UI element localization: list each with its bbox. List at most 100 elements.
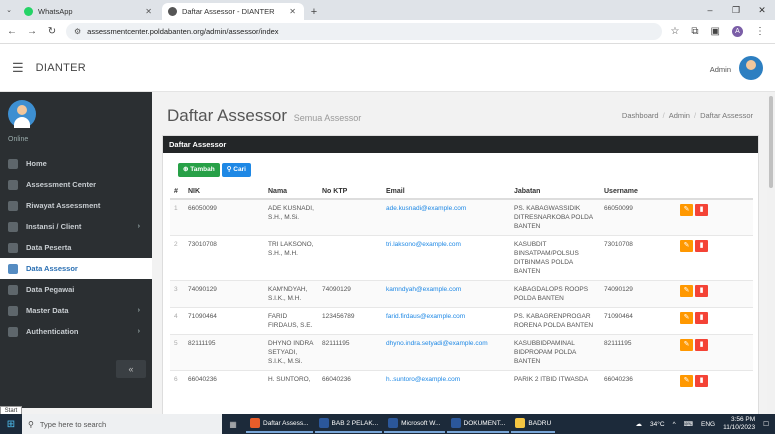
page-subtitle: Semua Assessor — [293, 113, 362, 123]
tab-whatsapp[interactable]: WhatsApp ✕ — [18, 3, 160, 20]
sidebar-item-master-data[interactable]: Master Data › — [0, 300, 152, 321]
tray-chevron-icon[interactable]: ^ — [673, 421, 676, 428]
cell-text: KABAGDALOPS ROOPS POLDA BANTEN — [514, 286, 589, 302]
sidebar-item-authentication[interactable]: Authentication › — [0, 321, 152, 342]
scrollbar-thumb[interactable] — [769, 96, 773, 188]
trash-icon: ▮ — [699, 377, 704, 384]
edit-button[interactable]: ✎ — [680, 204, 693, 216]
email-link[interactable]: dhyno.indra.setyadi@example.com — [386, 340, 488, 347]
close-window-icon[interactable]: ✕ — [749, 0, 775, 20]
taskbar-app[interactable]: BAB 2 PELAK... — [314, 415, 383, 433]
search-button[interactable]: ⚲ Cari — [221, 163, 251, 177]
taskbar-app[interactable]: BADRU — [511, 415, 556, 433]
minimize-icon[interactable]: – — [697, 0, 723, 20]
email-link[interactable]: farid.firdaus@example.com — [386, 313, 465, 320]
edit-button[interactable]: ✎ — [680, 312, 693, 324]
target-icon — [8, 179, 18, 190]
breadcrumb-admin[interactable]: Admin — [669, 111, 690, 120]
cell-no: 3 — [170, 280, 184, 308]
notification-icon[interactable]: ☐ — [763, 420, 769, 428]
taskbar-app[interactable]: Microsoft W... — [384, 415, 445, 433]
collapse-sidebar-button[interactable]: « — [116, 360, 146, 378]
cell-text: 74090129 — [322, 286, 351, 293]
app-label: BAB 2 PELAK... — [331, 419, 379, 427]
email-link[interactable]: h..suntoro@example.com — [386, 376, 460, 383]
cell-email: dhyno.indra.setyadi@example.com — [382, 334, 510, 371]
email-link[interactable]: ade.kusnadi@example.com — [386, 205, 466, 212]
taskbar-app[interactable]: Daftar Assess... — [246, 415, 313, 433]
page-scrollbar[interactable] — [767, 92, 775, 414]
cell-email: farid.firdaus@example.com — [382, 307, 510, 335]
cell-actions: ✎ ▮ — [676, 235, 753, 281]
delete-button[interactable]: ▮ — [695, 204, 708, 216]
trash-icon: ▮ — [699, 287, 704, 294]
edit-button[interactable]: ✎ — [680, 285, 693, 297]
clock[interactable]: 3:56 PM 11/10/2023 — [723, 416, 755, 432]
cell-jabatan: KABAGDALOPS ROOPS POLDA BANTEN — [510, 280, 600, 308]
forward-icon[interactable]: → — [24, 26, 40, 37]
taskbar-app[interactable]: DOKUMENT... — [446, 415, 510, 433]
reload-icon[interactable]: ↻ — [44, 26, 60, 37]
delete-button[interactable]: ▮ — [695, 285, 708, 297]
email-link[interactable]: kamndyah@example.com — [386, 286, 461, 293]
main-content: Daftar Assessor Semua Assessor Dashboard… — [152, 92, 767, 414]
cell-nama: DHYNO INDRA SETYADI, S.I.K., M.Si. — [264, 334, 318, 371]
breadcrumb-current: Daftar Assessor — [700, 111, 753, 120]
menu-kebab-icon[interactable]: ⋮ — [755, 26, 765, 37]
site-info-icon[interactable]: ⚙ — [74, 27, 81, 36]
edit-button[interactable]: ✎ — [680, 339, 693, 351]
close-tab-icon[interactable]: ✕ — [145, 7, 152, 16]
col-header-actions — [676, 184, 753, 200]
url-input[interactable]: ⚙ assessmentcenter.poldabanten.org/admin… — [66, 23, 663, 40]
bookmark-star-icon[interactable]: ☆ — [670, 26, 679, 37]
new-tab-button[interactable]: + — [306, 3, 322, 20]
sidebar-item-data-assessor[interactable]: Data Assessor — [0, 258, 152, 279]
cell-username: 73010708 — [600, 235, 676, 281]
sidepanel-icon[interactable]: ▣ — [711, 26, 720, 37]
avatar[interactable] — [739, 56, 763, 80]
keyboard-icon[interactable]: ⌨ — [684, 420, 693, 428]
weather-temp[interactable]: 34°C — [650, 421, 665, 428]
edit-button[interactable]: ✎ — [680, 240, 693, 252]
edit-button[interactable]: ✎ — [680, 375, 693, 387]
task-view-icon[interactable]: ▦ — [222, 420, 244, 429]
user-status: Online — [8, 136, 29, 143]
col-header-ktp: No KTP — [318, 184, 382, 200]
delete-button[interactable]: ▮ — [695, 240, 708, 252]
tab-daftar-assessor[interactable]: Daftar Assessor - DIANTER ✕ — [162, 3, 304, 20]
cell-text: 73010708 — [604, 241, 633, 248]
hamburger-menu-icon[interactable]: ☰ — [12, 60, 24, 76]
app-brand[interactable]: DIANTER — [36, 62, 86, 74]
email-link[interactable]: tri.laksono@example.com — [386, 241, 461, 248]
delete-button[interactable]: ▮ — [695, 312, 708, 324]
profile-icon[interactable]: A — [732, 26, 743, 37]
add-button[interactable]: ⊕ Tambah — [178, 163, 220, 177]
sidebar-item-data-pegawai[interactable]: Data Pegawai — [0, 279, 152, 300]
back-icon[interactable]: ← — [4, 26, 20, 37]
sidebar-item-riwayat-assessment[interactable]: Riwayat Assessment — [0, 195, 152, 216]
delete-button[interactable]: ▮ — [695, 339, 708, 351]
extensions-icon[interactable]: ⧉ — [691, 26, 698, 37]
delete-button[interactable]: ▮ — [695, 375, 708, 387]
windows-start-icon[interactable]: ⊞ — [0, 419, 22, 430]
sidebar-item-instansi-client[interactable]: Instansi / Client › — [0, 216, 152, 237]
breadcrumb-dashboard[interactable]: Dashboard — [622, 111, 659, 120]
user-label[interactable]: Admin — [710, 65, 731, 74]
tab-search-icon[interactable]: ⌄ — [0, 0, 18, 20]
sidebar-item-home[interactable]: Home — [0, 153, 152, 174]
taskbar-search-input[interactable]: ⚲ Type here to search — [22, 414, 222, 434]
sidebar-item-data-peserta[interactable]: Data Peserta — [0, 237, 152, 258]
restore-icon[interactable]: ❐ — [723, 0, 749, 20]
weather-icon[interactable]: ☁ — [636, 420, 643, 428]
close-tab-icon[interactable]: ✕ — [289, 7, 296, 16]
user-avatar — [8, 100, 36, 128]
cell-actions: ✎ ▮ — [676, 198, 753, 236]
language-label[interactable]: ENG — [701, 421, 715, 428]
database-icon — [8, 305, 18, 316]
sidebar-item-assessment-center[interactable]: Assessment Center — [0, 174, 152, 195]
cell-text: PS. KABAGRENPROGAR RORENA POLDA BANTEN — [514, 313, 594, 329]
edit-icon: ✎ — [683, 242, 690, 249]
cell-text: 66050099 — [188, 205, 217, 212]
edit-icon: ✎ — [683, 206, 690, 213]
browser-tabstrip: ⌄ WhatsApp ✕ Daftar Assessor - DIANTER ✕… — [0, 0, 775, 20]
